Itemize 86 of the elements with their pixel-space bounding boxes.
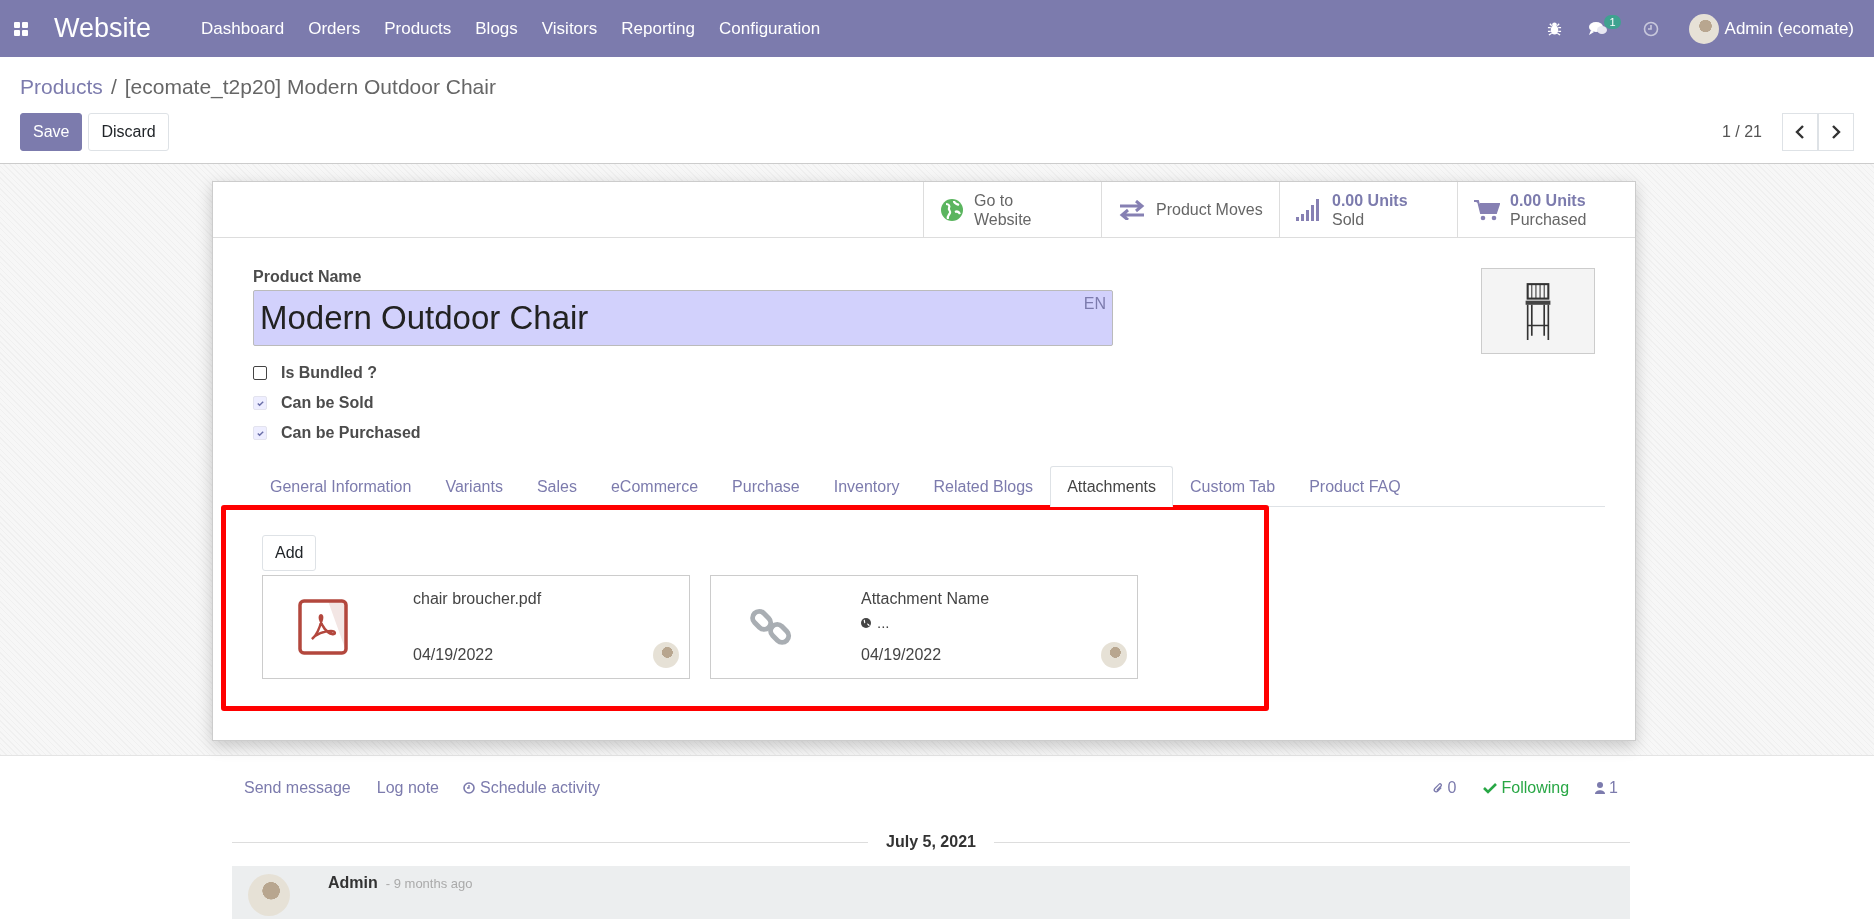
stat-value: 0.00 Units: [1510, 190, 1587, 210]
attachment-date: 04/19/2022: [861, 646, 943, 664]
tab[interactable]: Inventory: [816, 466, 917, 507]
attachment-name: Attachment Name: [861, 590, 990, 608]
app-name[interactable]: Website: [54, 13, 152, 44]
cart-icon: [1474, 198, 1500, 221]
stat-label: Sold: [1332, 209, 1366, 229]
tab[interactable]: eCommerce: [593, 466, 716, 507]
schedule-activity-link[interactable]: Schedule activity: [463, 779, 601, 797]
stat-label: Purchased: [1510, 209, 1587, 229]
field-label: Product Name: [253, 268, 363, 286]
discard-button[interactable]: Discard: [88, 113, 169, 151]
stat-value: Go to: [974, 190, 1015, 210]
user-avatar: [1101, 642, 1127, 668]
checkbox-label: Can be Sold: [281, 394, 374, 412]
following-button[interactable]: Following: [1482, 779, 1570, 797]
product-name-input[interactable]: Modern Outdoor Chair EN: [253, 290, 1113, 346]
stat-button[interactable]: Go to Website: [923, 182, 1101, 237]
menu-item[interactable]: Products: [384, 18, 452, 39]
chevron-left-icon: [1795, 125, 1805, 139]
tab[interactable]: Attachments: [1050, 466, 1174, 507]
clock-icon: [463, 782, 475, 794]
message-author: Admin: [328, 874, 378, 892]
tab[interactable]: Related Blogs: [916, 466, 1051, 507]
tab[interactable]: Product FAQ: [1292, 466, 1418, 507]
author-avatar: [248, 874, 290, 916]
tab[interactable]: Sales: [519, 466, 594, 507]
attachment-card[interactable]: Attachment Name ... 04/19/2022: [710, 575, 1138, 679]
breadcrumb-link[interactable]: Products: [20, 75, 103, 99]
checkbox-label: Is Bundled ?: [281, 364, 377, 382]
save-button[interactable]: Save: [20, 113, 83, 151]
language-toggle[interactable]: EN: [1083, 295, 1106, 313]
followers-button[interactable]: 1: [1595, 779, 1618, 797]
checkmark-icon: [1482, 782, 1497, 794]
tab[interactable]: Custom Tab: [1173, 466, 1293, 507]
checkmark-icon: [255, 398, 265, 408]
checkbox-label: Can be Purchased: [281, 424, 421, 442]
person-icon: [1595, 782, 1606, 794]
attachment-url: ...: [877, 614, 890, 631]
previous-button[interactable]: [1782, 113, 1818, 151]
bug-icon[interactable]: [1547, 21, 1563, 36]
user-avatar: [653, 642, 679, 668]
menu-item[interactable]: Orders: [308, 18, 361, 39]
pdf-file-icon: [298, 599, 348, 655]
stat-button[interactable]: 0.00 Units Purchased: [1457, 182, 1635, 237]
exchange-arrows-icon: [1118, 199, 1146, 220]
pager-value: 1 / 21: [1721, 123, 1762, 141]
attachments-count-button[interactable]: 0: [1432, 779, 1457, 797]
stat-value: 0.00 Units: [1332, 190, 1408, 210]
menu-item[interactable]: Reporting: [621, 18, 695, 39]
menu-item[interactable]: Configuration: [718, 18, 821, 39]
clock-icon[interactable]: [1642, 20, 1659, 37]
user-name[interactable]: Admin (ecomate): [1724, 18, 1854, 39]
menu-item[interactable]: Dashboard: [201, 18, 285, 39]
globe-icon: [861, 617, 871, 628]
send-message-link[interactable]: Send message: [244, 779, 351, 797]
tab[interactable]: Variants: [428, 466, 520, 507]
stat-label: Product Moves: [1156, 200, 1263, 219]
add-button[interactable]: Add: [262, 535, 317, 571]
message-count-badge: 1: [1604, 14, 1621, 29]
checkmark-icon: [255, 428, 265, 438]
next-button[interactable]: [1818, 113, 1854, 151]
message-time: - 9 months ago: [385, 876, 473, 891]
apps-grid-icon[interactable]: [14, 21, 28, 36]
breadcrumb-separator: /: [110, 75, 117, 99]
tab[interactable]: Purchase: [715, 466, 817, 507]
attachment-date: 04/19/2022: [413, 646, 495, 664]
checkbox[interactable]: [253, 366, 267, 380]
chevron-right-icon: [1831, 125, 1841, 139]
breadcrumb-current: [ecomate_t2p20] Modern Outdoor Chair: [124, 75, 496, 99]
date-separator: July 5, 2021: [886, 833, 976, 851]
messages-icon[interactable]: [1588, 20, 1609, 37]
stat-label: Website: [974, 209, 1032, 229]
stat-button[interactable]: Product Moves: [1101, 182, 1279, 237]
attachment-card[interactable]: chair broucher.pdf 04/19/2022: [262, 575, 690, 679]
log-note-link[interactable]: Log note: [376, 779, 439, 797]
user-avatar[interactable]: [1688, 13, 1719, 44]
globe-icon: [940, 197, 964, 222]
signal-bars-icon: [1296, 198, 1322, 221]
menu-item[interactable]: Visitors: [541, 18, 598, 39]
product-image[interactable]: [1481, 268, 1595, 354]
stat-button[interactable]: 0.00 Units Sold: [1279, 182, 1457, 237]
attachment-name: chair broucher.pdf: [413, 590, 542, 608]
tab[interactable]: General Information: [253, 466, 429, 507]
paperclip-icon: [1432, 781, 1444, 795]
menu-item[interactable]: Blogs: [475, 18, 518, 39]
